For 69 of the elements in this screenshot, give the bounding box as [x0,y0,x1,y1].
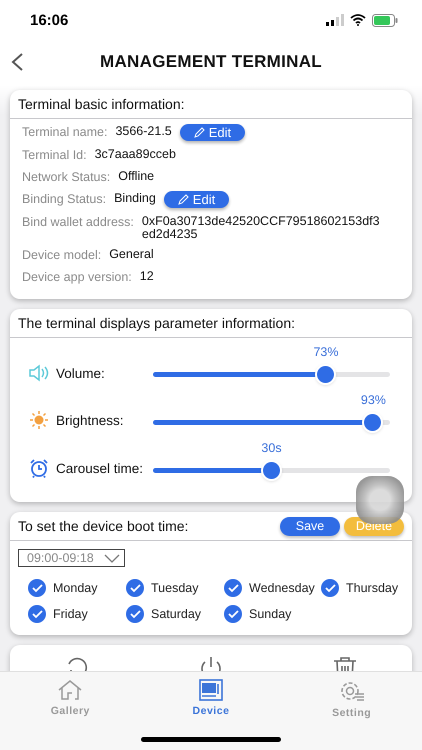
back-icon[interactable] [10,52,24,72]
day-label: Saturday [151,607,202,621]
sun-icon [28,410,50,430]
day-checkbox[interactable] [126,605,144,623]
day-checkbox[interactable] [28,579,46,597]
field-label: Network Status: [22,170,110,185]
checkmark-icon [130,610,140,618]
checkmark-icon [32,610,42,618]
day-label: Sunday [249,607,292,621]
day-label: Tuesday [151,581,198,595]
checkmark-icon [228,584,238,592]
field-value: 3566-21.5 [115,125,172,138]
status-time: 16:06 [30,12,68,28]
slider-thumb[interactable] [364,414,382,431]
slider-reading: 30s [260,441,283,455]
field-value: 0xF0a30713de42520CCF79518602153df3ed2d4235 [142,215,381,241]
day-checkbox[interactable] [28,605,46,623]
page-title: MANAGEMENT TERMINAL [100,52,322,72]
slider-label: Carousel time: [56,460,144,476]
chevron-down-icon [104,554,120,562]
field-label: Terminal name: [22,125,108,140]
pencil-icon [178,194,189,205]
day-checkbox[interactable] [321,579,339,597]
day-checkbox[interactable] [224,579,242,597]
slider-thumb[interactable] [317,366,334,383]
slider-reading: 73% [312,345,340,359]
field-label: Device model: [22,248,102,263]
field-value: 12 [140,270,154,283]
save-button[interactable]: Save [280,516,340,536]
slider-thumb[interactable] [262,462,280,479]
slider-reading: 93% [360,393,387,407]
battery-icon [372,14,398,26]
edit-button[interactable]: Edit [180,124,246,141]
speaker-icon [28,364,50,382]
field-label: Binding Status: [22,192,106,207]
card-title: The terminal displays parameter information: [18,315,296,331]
slider-label: Brightness: [56,412,124,428]
alarm-clock-icon [28,458,50,478]
wifi-icon [350,14,366,26]
monitor-icon [198,679,223,701]
nav-tab[interactable]: Setting [306,678,397,720]
day-label: Monday [53,581,98,595]
home-icon [57,679,84,701]
checkmark-icon [130,584,140,592]
day-label: Friday [53,607,88,621]
field-label: Device app version: [22,270,132,285]
edit-button[interactable]: Edit [164,191,230,208]
day-checkbox[interactable] [224,605,242,623]
day-checkbox[interactable] [126,579,144,597]
checkmark-icon [324,584,336,592]
field-value: 3c7aaa89cceb [94,148,176,161]
slider-label: Volume: [56,366,105,380]
pencil-icon [194,127,205,138]
field-label: Terminal Id: [22,148,87,163]
field-value: Offline [118,170,154,183]
field-value: Binding [114,192,156,205]
card-title: To set the device boot time: [18,518,188,534]
day-label: Thursday [346,581,398,595]
nav-tab[interactable]: Gallery [25,678,116,720]
checkmark-icon [32,584,42,592]
checkmark-icon [228,610,238,618]
field-label: Bind wallet address: [22,215,134,230]
card-title: Terminal basic information: [18,96,185,112]
gear-icon [338,679,365,703]
signal-icon [326,14,344,26]
time-range-dropdown[interactable]: 09:00-09:18 [18,549,125,567]
field-value: General [109,248,154,261]
nav-tab[interactable]: Device [166,678,256,720]
day-label: Wednesday [249,581,315,595]
